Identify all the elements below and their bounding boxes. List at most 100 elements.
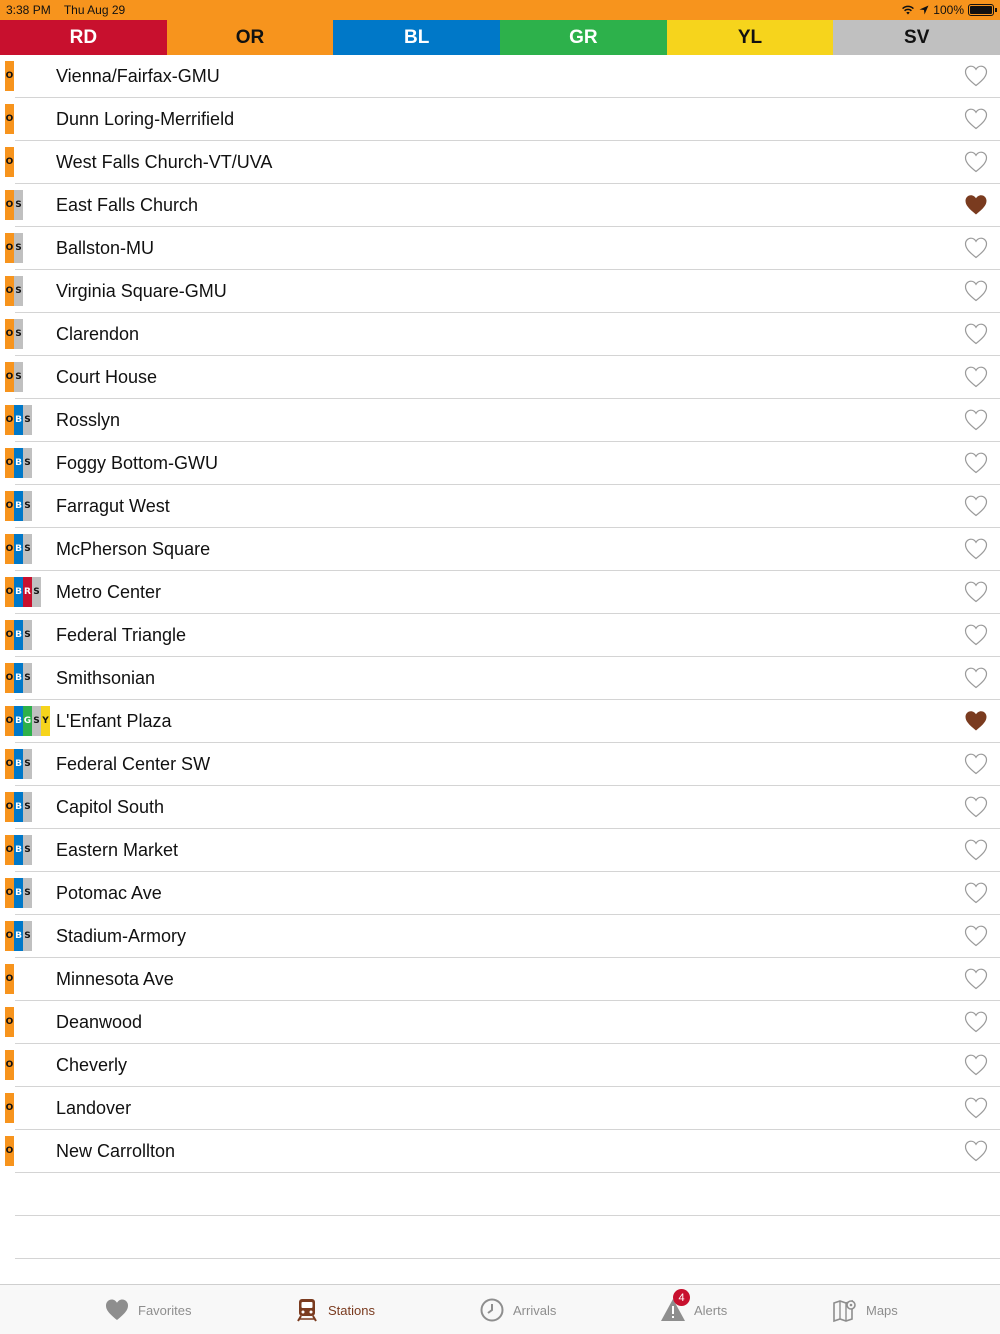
station-row[interactable]: O B S Capitol South bbox=[0, 786, 1000, 829]
station-row[interactable]: O B R S Metro Center bbox=[0, 571, 1000, 614]
station-row[interactable]: O B S Eastern Market bbox=[0, 829, 1000, 872]
line-indicators: OBS bbox=[5, 534, 32, 564]
station-row[interactable]: O B S Foggy Bottom-GWU bbox=[0, 442, 1000, 485]
station-row[interactable]: O B S Farragut West bbox=[0, 485, 1000, 528]
station-row[interactable]: O Cheverly bbox=[0, 1044, 1000, 1087]
line-chip: O bbox=[5, 61, 14, 91]
line-chip: O bbox=[5, 362, 14, 392]
line-chip: B bbox=[14, 405, 23, 435]
heart-outline-icon[interactable] bbox=[964, 236, 988, 260]
station-row[interactable]: O Dunn Loring-Merrifield bbox=[0, 98, 1000, 141]
heart-outline-icon[interactable] bbox=[964, 967, 988, 991]
line-chip: O bbox=[5, 792, 14, 822]
line-indicators: OBRS bbox=[5, 577, 41, 607]
heart-outline-icon[interactable] bbox=[964, 494, 988, 518]
heart-outline-icon[interactable] bbox=[964, 365, 988, 389]
line-chip: S bbox=[23, 491, 32, 521]
station-row[interactable]: O S Court House bbox=[0, 356, 1000, 399]
heart-outline-icon[interactable] bbox=[964, 881, 988, 905]
heart-outline-icon[interactable] bbox=[964, 838, 988, 862]
line-chip: S bbox=[23, 663, 32, 693]
heart-outline-icon[interactable] bbox=[964, 1010, 988, 1034]
status-bar: 3:38 PM Thu Aug 29 100% bbox=[0, 0, 1000, 20]
station-row[interactable]: O Minnesota Ave bbox=[0, 958, 1000, 1001]
line-tab-bl[interactable]: BL bbox=[333, 20, 501, 55]
line-indicators: OBS bbox=[5, 448, 32, 478]
heart-filled-icon[interactable] bbox=[964, 709, 988, 733]
line-chip: S bbox=[23, 620, 32, 650]
heart-outline-icon[interactable] bbox=[964, 752, 988, 776]
tab-stations[interactable]: Stations bbox=[294, 1285, 375, 1334]
line-tab-rd[interactable]: RD bbox=[0, 20, 167, 55]
line-chip: S bbox=[23, 448, 32, 478]
line-indicators: OBS bbox=[5, 792, 32, 822]
line-chip: O bbox=[5, 405, 14, 435]
status-time: 3:38 PM bbox=[6, 3, 51, 17]
line-indicators: O bbox=[5, 147, 14, 177]
line-indicators: OS bbox=[5, 190, 23, 220]
line-chip: O bbox=[5, 491, 14, 521]
station-row[interactable]: O B S Rosslyn bbox=[0, 399, 1000, 442]
station-row[interactable]: O B S McPherson Square bbox=[0, 528, 1000, 571]
station-row[interactable]: O New Carrollton bbox=[0, 1130, 1000, 1173]
station-row[interactable]: O S Ballston-MU bbox=[0, 227, 1000, 270]
station-row[interactable]: O B S Smithsonian bbox=[0, 657, 1000, 700]
line-tab-gr[interactable]: GR bbox=[500, 20, 667, 55]
heart-outline-icon[interactable] bbox=[964, 666, 988, 690]
heart-filled-icon[interactable] bbox=[964, 193, 988, 217]
station-row[interactable]: O B S Stadium-Armory bbox=[0, 915, 1000, 958]
station-row[interactable]: O Deanwood bbox=[0, 1001, 1000, 1044]
line-indicators: O bbox=[5, 1050, 14, 1080]
line-indicators: OBS bbox=[5, 749, 32, 779]
line-chip: S bbox=[14, 233, 23, 263]
line-chip: S bbox=[32, 577, 41, 607]
tab-favorites[interactable]: Favorites bbox=[104, 1285, 191, 1334]
station-row[interactable]: O Vienna/Fairfax-GMU bbox=[0, 55, 1000, 98]
station-row[interactable]: O S East Falls Church bbox=[0, 184, 1000, 227]
tab-alerts[interactable]: 4 Alerts bbox=[660, 1285, 727, 1334]
line-tab-or[interactable]: OR bbox=[166, 20, 334, 55]
line-chip: O bbox=[5, 835, 14, 865]
heart-outline-icon[interactable] bbox=[964, 107, 988, 131]
heart-outline-icon[interactable] bbox=[964, 64, 988, 88]
station-row[interactable]: O West Falls Church-VT/UVA bbox=[0, 141, 1000, 184]
heart-outline-icon[interactable] bbox=[964, 322, 988, 346]
tab-favorites-label: Favorites bbox=[138, 1302, 192, 1318]
line-tab-sv[interactable]: SV bbox=[833, 20, 1000, 55]
line-chip: O bbox=[5, 878, 14, 908]
station-row[interactable]: O Landover bbox=[0, 1087, 1000, 1130]
line-indicators: OS bbox=[5, 233, 23, 263]
heart-outline-icon[interactable] bbox=[964, 623, 988, 647]
line-chip: S bbox=[23, 749, 32, 779]
line-chip: S bbox=[32, 706, 41, 736]
heart-outline-icon[interactable] bbox=[964, 580, 988, 604]
heart-outline-icon[interactable] bbox=[964, 537, 988, 561]
station-row[interactable]: O S Clarendon bbox=[0, 313, 1000, 356]
station-row[interactable]: O S Virginia Square-GMU bbox=[0, 270, 1000, 313]
heart-outline-icon[interactable] bbox=[964, 408, 988, 432]
heart-outline-icon[interactable] bbox=[964, 279, 988, 303]
tab-arrivals[interactable]: Arrivals bbox=[479, 1285, 556, 1334]
line-indicators: OBGSY bbox=[5, 706, 50, 736]
heart-outline-icon[interactable] bbox=[964, 150, 988, 174]
heart-outline-icon[interactable] bbox=[964, 795, 988, 819]
line-chip: O bbox=[5, 534, 14, 564]
heart-outline-icon[interactable] bbox=[964, 1053, 988, 1077]
tab-maps[interactable]: Maps bbox=[832, 1285, 898, 1334]
station-row[interactable]: O B S Federal Triangle bbox=[0, 614, 1000, 657]
heart-outline-icon[interactable] bbox=[964, 451, 988, 475]
heart-outline-icon[interactable] bbox=[964, 924, 988, 948]
station-name: Metro Center bbox=[56, 582, 162, 602]
line-tab-yl[interactable]: YL bbox=[666, 20, 834, 55]
line-chip: B bbox=[14, 749, 23, 779]
station-row[interactable]: O B G S Y L'Enfant Plaza bbox=[0, 700, 1000, 743]
station-name: New Carrollton bbox=[56, 1141, 176, 1161]
line-chip: B bbox=[14, 792, 23, 822]
line-indicators: O bbox=[5, 61, 14, 91]
heart-outline-icon[interactable] bbox=[964, 1096, 988, 1120]
station-row[interactable]: O B S Potomac Ave bbox=[0, 872, 1000, 915]
line-chip: O bbox=[5, 104, 14, 134]
line-indicators: O bbox=[5, 964, 14, 994]
station-row[interactable]: O B S Federal Center SW bbox=[0, 743, 1000, 786]
heart-outline-icon[interactable] bbox=[964, 1139, 988, 1163]
